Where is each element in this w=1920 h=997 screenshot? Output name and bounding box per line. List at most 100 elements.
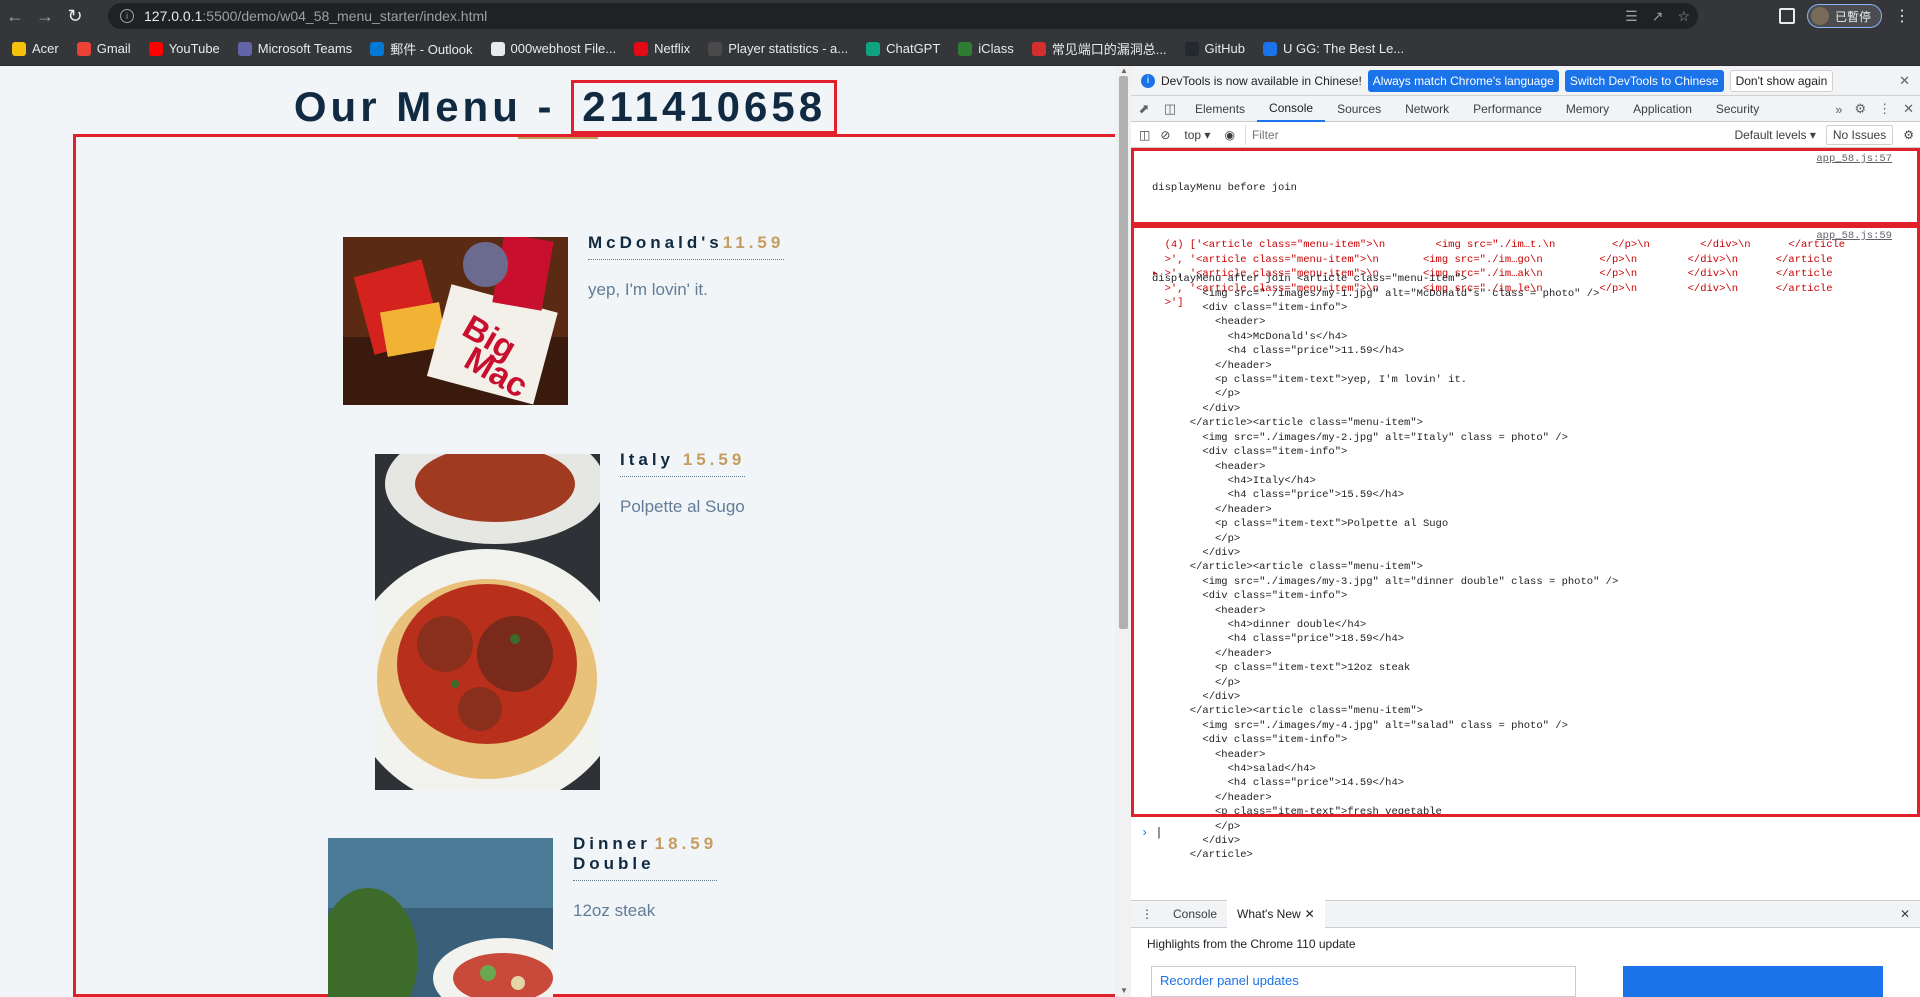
bookmark-star-icon[interactable]: ☆ [1677,8,1690,25]
scroll-down-icon[interactable]: ▼ [1119,986,1129,995]
devtools-tab-memory[interactable]: Memory [1554,96,1621,122]
profile-label: 已暫停 [1834,9,1871,24]
bookmark-item[interactable]: iClass [958,41,1014,56]
highlight-after-join [1131,225,1920,817]
drawer-tab-whats-new[interactable]: What's New ✕ [1227,900,1325,928]
bookmark-favicon-icon [958,41,973,56]
whats-new-panel: Highlights from the Chrome 110 update Re… [1131,928,1920,997]
bookmark-favicon-icon [708,41,723,56]
console-prompt[interactable]: › | [1141,826,1163,840]
bookmark-label: Microsoft Teams [257,41,353,56]
bookmark-label: YouTube [168,41,220,56]
clear-console-icon[interactable]: ⊘ [1160,128,1170,142]
profile-button[interactable]: 已暫停 [1806,4,1882,28]
bookmark-favicon-icon [12,41,26,56]
devtools-tab-security[interactable]: Security [1704,96,1771,122]
page-scrollbar-thumb[interactable] [1119,76,1128,629]
bookmark-item[interactable]: Netflix [634,41,690,56]
dont-show-again-button[interactable]: Don't show again [1729,69,1834,92]
devtools-language-infobar: i DevTools is now available in Chinese! … [1131,66,1920,96]
bookmark-favicon-icon [1184,41,1199,56]
bookmark-item[interactable]: 000webhost File... [490,41,616,56]
log-levels-select[interactable]: Default levels ▾ [1734,128,1815,142]
console-line: </article> [1152,849,1253,862]
bookmark-label: iClass [978,41,1014,56]
bookmark-item[interactable]: 郵件 - Outlook [370,39,473,58]
console-toolbar: ◫ ⊘ top ▾ ◉ Default levels ▾ No Issues ⚙ [1131,122,1920,148]
bookmark-label: Acer [32,41,59,56]
side-panel-icon[interactable] [1778,8,1795,24]
site-info-icon[interactable]: i [120,9,134,23]
bookmark-label: Gmail [96,41,131,56]
drawer-menu-icon[interactable]: ⋮ [1131,900,1163,928]
switch-language-button[interactable]: Switch DevTools to Chinese [1564,69,1724,92]
issues-button[interactable]: No Issues [1825,124,1894,145]
menu-item-price: 18.59 [654,834,718,853]
inspect-element-icon[interactable]: ⬈ [1131,96,1157,122]
bookmark-item[interactable]: Gmail [76,41,131,56]
browser-menu-icon[interactable]: ⋮ [1894,6,1910,26]
bookmark-favicon-icon [634,41,649,56]
share-icon[interactable]: ↗ [1652,8,1664,25]
menu-item-name: Dinner Double [573,834,655,873]
menu-item-info: Dinner Double 18.59 12oz steak [573,834,718,921]
drawer-tabs: ⋮ Console What's New ✕ ✕ [1131,900,1920,928]
devtools-tab-application[interactable]: Application [1621,96,1704,122]
scroll-up-icon[interactable]: ▲ [1119,66,1129,75]
close-devtools-icon[interactable]: ✕ [1903,101,1914,117]
console-settings-icon[interactable]: ⚙ [1903,128,1914,142]
live-expression-icon[interactable]: ◉ [1224,128,1234,142]
bookmark-item[interactable]: Acer [12,41,59,56]
recorder-panel-card[interactable]: Recorder panel updates [1151,966,1576,997]
browser-toolbar: ← → ↻ i 127.0.0.1 :5500/demo/w04_58_menu… [0,0,1920,32]
sidebar-toggle-icon[interactable]: ◫ [1139,128,1150,142]
menu-item-text: Polpette al Sugo [620,497,745,516]
console-filter-input[interactable] [1244,124,1655,145]
context-select-value: top [1184,127,1202,142]
url-host: 127.0.0.1 [144,8,203,24]
bookmark-item[interactable]: GitHub [1184,41,1245,56]
address-bar[interactable]: i 127.0.0.1 :5500/demo/w04_58_menu_start… [108,3,1698,29]
bookmark-item[interactable]: U GG: The Best Le... [1263,41,1404,56]
devtools-tab-elements[interactable]: Elements [1183,96,1257,122]
log-levels-value: Default levels [1734,127,1807,142]
devtools-tab-console[interactable]: Console [1257,96,1326,122]
devtools-menu-icon[interactable]: ⋮ [1878,101,1891,117]
bookmark-favicon-icon [1263,41,1278,56]
close-icon[interactable]: ✕ [1899,73,1910,89]
bookmark-label: 郵件 - Outlook [390,42,473,57]
bookmark-item[interactable]: YouTube [148,41,220,56]
bookmark-item[interactable]: ChatGPT [866,41,940,56]
menu-item-photo [328,838,553,997]
context-select[interactable]: top ▾ [1180,128,1214,142]
menu-item-info: McDonald's 11.59 yep, I'm lovin' it. [588,233,785,300]
close-drawer-icon[interactable]: ✕ [1900,907,1910,921]
bookmark-favicon-icon [1031,41,1046,56]
settings-icon[interactable]: ⚙ [1854,101,1866,117]
avatar [1810,7,1829,25]
bookmark-favicon-icon [237,41,252,56]
translate-icon[interactable]: ☰ [1625,8,1638,25]
whats-new-highlights: Highlights from the Chrome 110 update [1147,937,1356,951]
bookmark-item[interactable]: Player statistics - a... [708,41,848,56]
devtools-tabs: ⬈ ◫ Elements Console Sources Network Perform… [1131,96,1920,122]
device-toolbar-icon[interactable]: ◫ [1157,96,1183,122]
bookmark-favicon-icon [148,41,163,56]
close-tab-icon[interactable]: ✕ [1305,907,1315,921]
more-tabs-icon[interactable]: » [1835,102,1842,117]
bookmark-item[interactable]: Microsoft Teams [237,41,353,56]
bookmark-item[interactable]: 常见端口的漏洞总... [1031,39,1167,58]
devtools-tab-network[interactable]: Network [1393,96,1461,122]
back-icon[interactable]: ← [0,0,30,32]
match-language-button[interactable]: Always match Chrome's language [1367,69,1559,92]
url-path: :5500/demo/w04_58_menu_starter/index.htm… [202,8,488,24]
devtools-tab-sources[interactable]: Sources [1325,96,1393,122]
bookmarks-bar: Acer Gmail YouTube Microsoft Teams 郵件 - Outl… [0,32,1920,66]
menu-item-price: 15.59 [674,450,746,469]
reload-icon[interactable]: ↻ [60,0,90,32]
forward-icon[interactable]: → [30,0,60,32]
menu-item-header: McDonald's 11.59 [588,233,785,260]
devtools-tab-performance[interactable]: Performance [1461,96,1554,122]
menu-item-text: 12oz steak [573,901,656,920]
drawer-tab-console[interactable]: Console [1163,900,1227,928]
